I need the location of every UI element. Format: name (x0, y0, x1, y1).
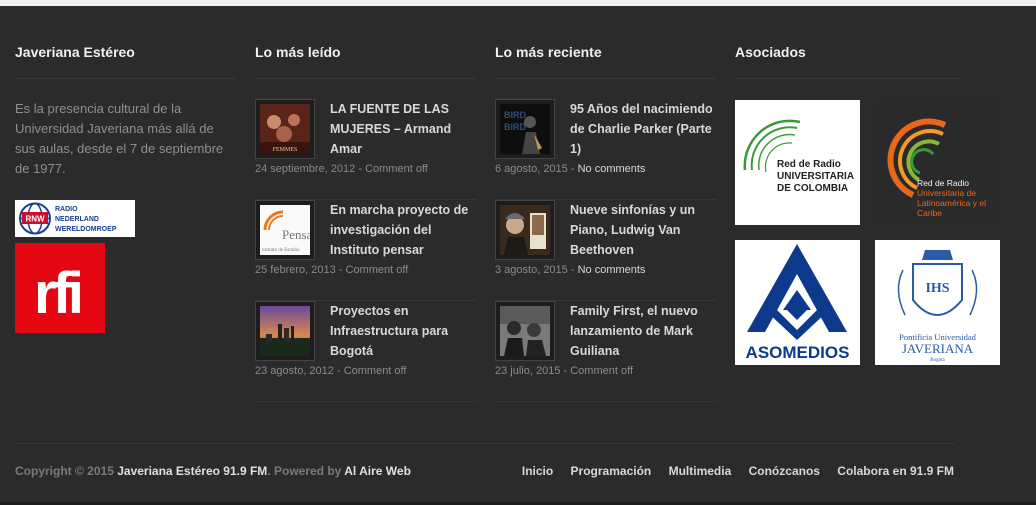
post-meta: 3 agosto, 2015 - No comments (495, 264, 646, 276)
top-edge-strip (0, 0, 1036, 6)
post-comments: No comments (577, 163, 646, 175)
powered-by-link[interactable]: Al Aire Web (344, 464, 411, 478)
rnw-badge-text: RNW (25, 215, 45, 224)
about-column: Javeriana Estéreo Es la presencia cultur… (15, 42, 237, 333)
post-item: Family First, el nuevo lanzamiento de Ma… (495, 301, 717, 402)
svg-text:ASOMEDIOS: ASOMEDIOS (746, 343, 850, 362)
partner-logo-rru-colombia[interactable]: Red de Radio UNIVERSITARIA DE COLOMBIA (735, 100, 860, 225)
about-title: Javeriana Estéreo (15, 42, 237, 79)
post-meta: 23 julio, 2015 - Comment off (495, 365, 634, 377)
svg-text:NEDERLAND: NEDERLAND (55, 216, 99, 223)
svg-text:BIRD: BIRD (504, 122, 526, 132)
post-comments: No comments (577, 264, 646, 276)
post-item: BIRD BIRD 95 Años del nacimiendo de Char… (495, 99, 717, 200)
about-text: Es la presencia cultural de la Universid… (15, 101, 224, 176)
copyright-prefix: Copyright © 2015 (15, 464, 114, 478)
rnw-logo[interactable]: RNW RADIO NEDERLAND WERELDOMROEP (15, 200, 135, 237)
post-comments: Comment off (570, 365, 634, 377)
partner-logo-asomedios[interactable]: ASOMEDIOS (735, 240, 860, 365)
svg-text:DE COLOMBIA: DE COLOMBIA (777, 183, 848, 194)
post-comments: Comment off (343, 365, 407, 377)
footer-nav: Inicio Programación Multimedia Conózcano… (508, 464, 954, 478)
partners-title: Asociados (735, 42, 960, 79)
post-meta: 25 febrero, 2013 - Comment off (255, 264, 409, 276)
post-item: Nueve sinfonías y un Piano, Ludwig Van B… (495, 200, 717, 301)
most-read-column: Lo más leído FEMMES LA FUENTE DE LAS MUJ… (255, 42, 477, 402)
site-name-link[interactable]: Javeriana Estéreo 91.9 FM (117, 464, 267, 478)
svg-text:Bogotá: Bogotá (930, 358, 945, 363)
footer-divider (15, 443, 955, 444)
post-thumbnail[interactable]: Pensar nstituto de Estudio (255, 200, 317, 260)
svg-text:IHS: IHS (925, 281, 949, 296)
post-title-link[interactable]: Proyectos en Infraestructura para Bogotá (330, 301, 480, 361)
svg-text:Pensar: Pensar (282, 227, 310, 242)
svg-text:Universitaria de: Universitaria de (917, 188, 976, 198)
footer-nav-multimedia[interactable]: Multimedia (669, 464, 732, 478)
most-read-title: Lo más leído (255, 42, 477, 79)
post-thumbnail[interactable] (255, 301, 315, 361)
svg-text:Caribe: Caribe (917, 208, 942, 218)
post-title-link[interactable]: En marcha proyecto de investigación del … (330, 200, 480, 260)
post-thumbnail[interactable] (495, 301, 555, 361)
post-date: 3 agosto, 2015 (495, 264, 568, 276)
post-title-link[interactable]: 95 Años del nacimiendo de Charlie Parker… (570, 99, 720, 159)
post-date: 23 julio, 2015 (495, 365, 561, 377)
post-date: 6 agosto, 2015 (495, 163, 568, 175)
post-title-link[interactable]: Family First, el nuevo lanzamiento de Ma… (570, 301, 720, 361)
svg-text:nstituto de Estudio: nstituto de Estudio (262, 248, 300, 253)
svg-text:rfi: rfi (34, 261, 81, 326)
svg-text:Latinoamérica y el: Latinoamérica y el (917, 198, 986, 208)
powered-prefix: . Powered by (267, 464, 342, 478)
post-thumbnail[interactable]: FEMMES (255, 99, 315, 159)
post-date: 23 agosto, 2012 (255, 365, 334, 377)
post-thumbnail[interactable]: BIRD BIRD (495, 99, 555, 159)
post-meta: 23 agosto, 2012 - Comment off (255, 365, 407, 377)
partners-column: Asociados (735, 42, 960, 99)
footer-nav-conozcanos[interactable]: Conózcanos (749, 464, 820, 478)
svg-text:Red de Radio: Red de Radio (917, 178, 969, 188)
recent-title: Lo más reciente (495, 42, 717, 79)
copyright: Copyright © 2015 Javeriana Estéreo 91.9 … (15, 464, 411, 478)
post-thumbnail[interactable] (495, 200, 555, 260)
post-title-link[interactable]: LA FUENTE DE LAS MUJERES – Armand Amar (330, 99, 480, 159)
svg-text:JAVERIANA: JAVERIANA (902, 341, 974, 356)
post-title-link[interactable]: Nueve sinfonías y un Piano, Ludwig Van B… (570, 200, 720, 260)
post-meta: 6 agosto, 2015 - No comments (495, 163, 646, 175)
footer-nav-programacion[interactable]: Programación (571, 464, 652, 478)
svg-text:BIRD: BIRD (504, 110, 526, 120)
post-date: 24 septiembre, 2012 (255, 163, 356, 175)
post-comments: Comment off (345, 264, 409, 276)
post-item: Pensar nstituto de Estudio En marcha pro… (255, 200, 477, 301)
post-item: Proyectos en Infraestructura para Bogotá… (255, 301, 477, 402)
svg-text:Red de Radio: Red de Radio (777, 159, 841, 170)
post-date: 25 febrero, 2013 (255, 264, 336, 276)
svg-text:WERELDOMROEP: WERELDOMROEP (55, 226, 117, 233)
recent-column: Lo más reciente BIRD BIRD 95 Años del na… (495, 42, 717, 402)
footer-nav-inicio[interactable]: Inicio (522, 464, 553, 478)
svg-text:FEMMES: FEMMES (273, 147, 298, 153)
partner-logo-javeriana[interactable]: IHS Pontificia Universidad JAVERIANA Bog… (875, 240, 1000, 365)
partner-logo-rru-latam[interactable]: Red de Radio Universitaria de Latinoamér… (875, 100, 1000, 225)
svg-text:UNIVERSITARIA: UNIVERSITARIA (777, 171, 854, 182)
post-comments: Comment off (365, 163, 428, 175)
post-meta: 24 septiembre, 2012 - Comment off (255, 163, 428, 175)
post-item: FEMMES LA FUENTE DE LAS MUJERES – Armand… (255, 99, 477, 200)
svg-text:RADIO: RADIO (55, 206, 78, 213)
footer-nav-colabora[interactable]: Colabora en 91.9 FM (837, 464, 954, 478)
rfi-logo[interactable]: rfi (15, 243, 105, 333)
